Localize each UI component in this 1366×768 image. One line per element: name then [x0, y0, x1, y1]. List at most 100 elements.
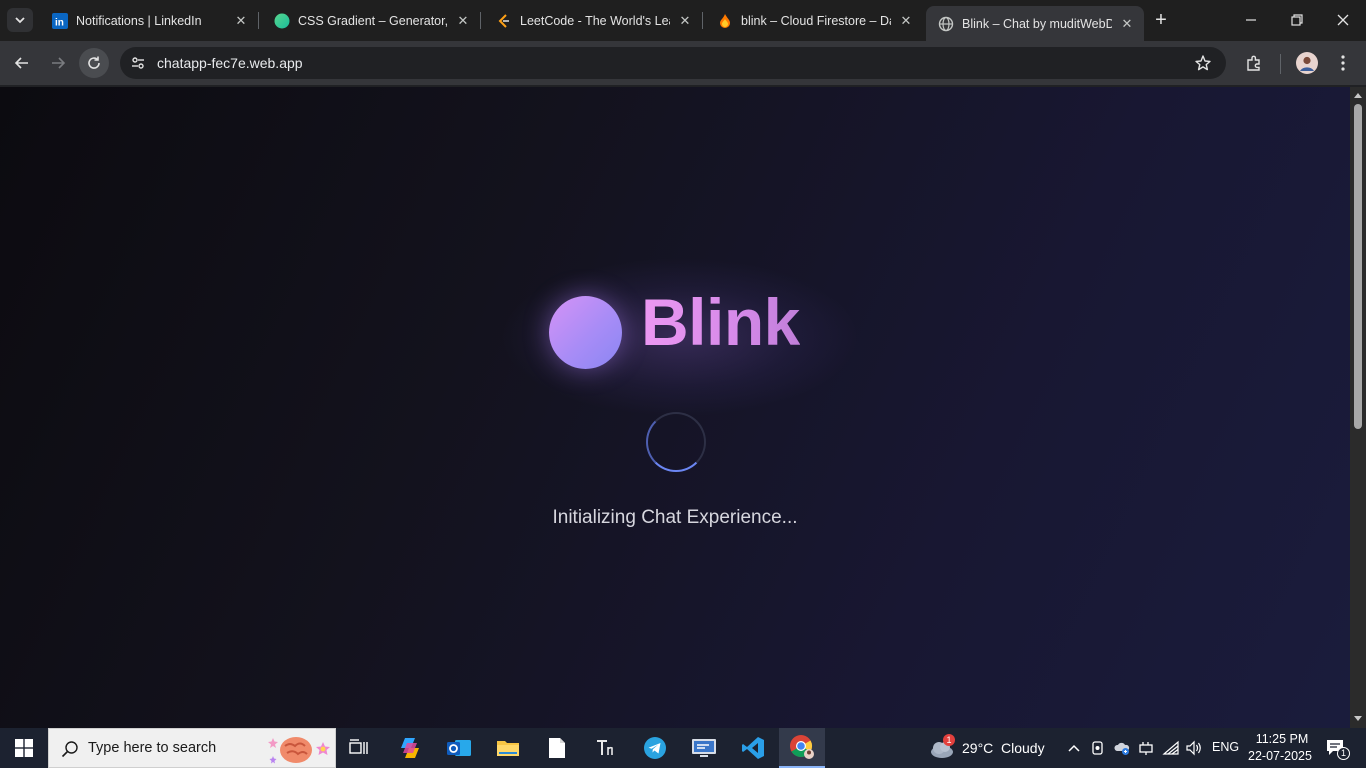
search-highlight-brain-icon[interactable]: [267, 732, 333, 766]
taskbar-chrome[interactable]: [779, 728, 825, 768]
taskbar-outlook[interactable]: [436, 728, 482, 768]
arrow-left-icon: [14, 57, 28, 69]
minimize-icon: [1246, 19, 1256, 21]
tab-leetcode[interactable]: LeetCode - The World's Leac ✕: [484, 6, 702, 35]
taskbar-file-explorer[interactable]: [485, 728, 531, 768]
firebase-icon: [717, 13, 733, 29]
notification-count: 1: [1337, 747, 1350, 760]
typography-icon: [597, 740, 613, 755]
close-icon[interactable]: ✕: [897, 12, 915, 30]
globe-icon: [938, 16, 954, 32]
reload-icon: [88, 56, 100, 69]
remote-desktop-icon: [692, 739, 716, 757]
new-tab-button[interactable]: +: [1150, 9, 1172, 31]
document-icon: [549, 738, 565, 758]
tab-separator: [702, 12, 703, 29]
wifi-icon[interactable]: [1161, 738, 1181, 758]
input-language[interactable]: ENG: [1212, 740, 1239, 754]
browser-menu-button[interactable]: [1328, 48, 1358, 78]
extensions-button[interactable]: [1239, 48, 1269, 78]
leetcode-icon: [496, 13, 512, 29]
tab-title: LeetCode - The World's Leac: [520, 13, 670, 28]
tab-linkedin[interactable]: in Notifications | LinkedIn ✕: [40, 6, 258, 35]
toolbar-divider: [1280, 54, 1281, 74]
notification-center-button[interactable]: 1: [1322, 738, 1350, 760]
scroll-down-icon[interactable]: [1353, 714, 1363, 724]
telegram-icon: [644, 737, 666, 759]
logo-circle-icon: [549, 296, 622, 369]
taskbar-copilot[interactable]: [387, 728, 433, 768]
close-icon: [1337, 14, 1349, 26]
tab-title: Notifications | LinkedIn: [76, 13, 202, 28]
avatar-icon: [1296, 52, 1318, 74]
task-view-button[interactable]: [336, 728, 382, 768]
more-vertical-icon: [1341, 55, 1345, 71]
clock-date[interactable]: 22-07-2025: [1246, 749, 1314, 763]
start-button[interactable]: [0, 728, 48, 768]
forward-button[interactable]: [43, 48, 73, 78]
tab-firestore[interactable]: blink – Cloud Firestore – Dat ✕: [705, 6, 923, 35]
restore-button[interactable]: [1274, 0, 1320, 40]
svg-text:in: in: [55, 17, 64, 28]
puzzle-icon: [1247, 55, 1260, 71]
taskbar-search-box[interactable]: Type here to search: [48, 728, 336, 768]
weather-badge: 1: [943, 734, 955, 746]
onedrive-sync-icon[interactable]: [1112, 738, 1132, 758]
clock-time[interactable]: 11:25 PM: [1253, 732, 1311, 746]
page-scrollbar[interactable]: [1350, 87, 1366, 728]
tab-title: blink – Cloud Firestore – Dat: [741, 13, 891, 28]
restore-icon: [1291, 14, 1303, 26]
power-plug-icon[interactable]: [1136, 738, 1156, 758]
tab-title: CSS Gradient – Generator, M: [298, 13, 448, 28]
outlook-icon: [447, 740, 471, 756]
address-bar[interactable]: chatapp-fec7e.web.app: [120, 47, 1226, 79]
tab-blink-chat[interactable]: Blink – Chat by muditWebDe ✕: [926, 6, 1144, 41]
close-icon[interactable]: ✕: [1118, 15, 1136, 33]
back-button[interactable]: [7, 48, 37, 78]
loading-status-text: Initializing Chat Experience...: [552, 507, 798, 528]
weather-temperature: 29°C: [962, 740, 994, 756]
window-close-button[interactable]: [1320, 0, 1366, 40]
tab-strip: in Notifications | LinkedIn ✕ CSS Gradie…: [0, 0, 1366, 41]
bookmark-star-icon[interactable]: [1194, 54, 1212, 72]
tab-separator: [258, 12, 259, 29]
folder-icon: [497, 741, 519, 756]
site-settings-icon[interactable]: [130, 55, 146, 71]
windows-logo-icon: [15, 739, 33, 757]
search-placeholder: Type here to search: [88, 740, 217, 756]
chrome-icon: [790, 735, 814, 759]
close-icon[interactable]: ✕: [232, 12, 250, 30]
minimize-button[interactable]: [1228, 0, 1274, 40]
tab-title: Blink – Chat by muditWebDe: [962, 16, 1112, 31]
windows-taskbar: Type here to search 1 29°C Cloudy ENG 11…: [0, 728, 1366, 768]
css-gradient-icon: [274, 13, 290, 29]
copilot-icon: [401, 738, 419, 758]
weather-widget-icon[interactable]: 1: [928, 734, 956, 760]
taskbar-vscode[interactable]: [730, 728, 776, 768]
volume-icon[interactable]: [1184, 738, 1204, 758]
tab-search-button[interactable]: [7, 8, 33, 32]
tab-css-gradient[interactable]: CSS Gradient – Generator, M ✕: [262, 6, 480, 35]
linkedin-icon: in: [52, 12, 68, 29]
show-hidden-icons-button[interactable]: [1064, 738, 1084, 758]
weather-condition: Cloudy: [1001, 740, 1045, 756]
scroll-up-icon[interactable]: [1353, 90, 1363, 100]
meet-now-icon[interactable]: [1088, 738, 1108, 758]
taskbar-notepad[interactable]: [534, 728, 580, 768]
vscode-icon: [742, 737, 764, 759]
arrow-right-icon: [52, 57, 66, 69]
loading-spinner-icon: [646, 412, 706, 472]
close-icon[interactable]: ✕: [454, 12, 472, 30]
taskbar-telegram[interactable]: [632, 728, 678, 768]
taskbar-typora[interactable]: [583, 728, 629, 768]
tab-separator: [480, 12, 481, 29]
url-text: chatapp-fec7e.web.app: [157, 55, 303, 71]
profile-avatar[interactable]: [1292, 48, 1322, 78]
scroll-thumb[interactable]: [1354, 104, 1362, 429]
taskbar-remote-desktop[interactable]: [681, 728, 727, 768]
close-icon[interactable]: ✕: [676, 12, 694, 30]
task-view-icon: [349, 739, 368, 754]
browser-toolbar: chatapp-fec7e.web.app: [0, 41, 1366, 86]
reload-button[interactable]: [79, 48, 109, 78]
chevron-up-icon: [1068, 744, 1080, 752]
